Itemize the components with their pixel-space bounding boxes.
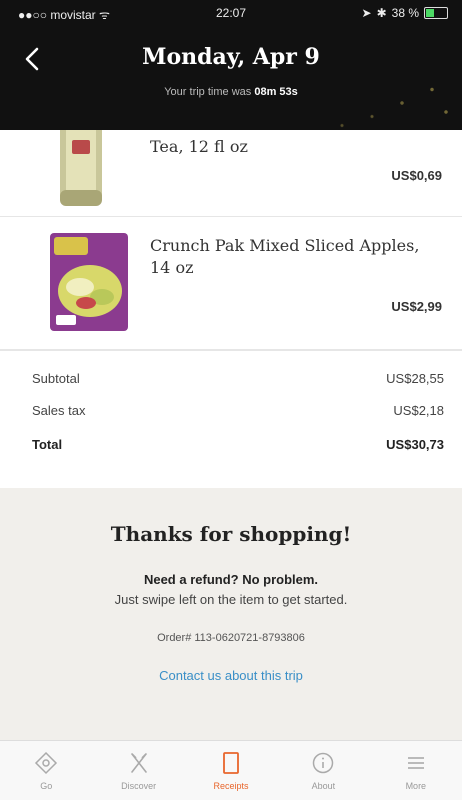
subtotal-row: Subtotal US$28,55 [32, 371, 444, 391]
tea-bottle-image [60, 130, 102, 206]
tab-more[interactable]: More [370, 741, 462, 800]
tab-receipts[interactable]: Receipts [185, 741, 277, 800]
tab-discover[interactable]: Discover [92, 741, 184, 800]
item-name: Crunch Pak Mixed Sliced Apples, 14 oz [150, 236, 420, 277]
battery-percent: 38 % [391, 6, 419, 20]
bluetooth-icon: ✱ [376, 6, 387, 20]
tab-label: About [311, 781, 336, 791]
tab-go[interactable]: Go [0, 741, 92, 800]
page-title: Monday, Apr 9 [142, 44, 320, 70]
tab-about[interactable]: About [277, 741, 369, 800]
tax-label: Sales tax [32, 403, 86, 418]
header: ●●○○ movistar ᯤ 22:07 ➤ ✱ 38 % Monday, A… [0, 0, 462, 130]
subtotal-label: Subtotal [32, 371, 80, 386]
thanks-title: Thanks for shopping! [110, 522, 352, 546]
thanks-section: Thanks for shopping! Need a refund? No p… [0, 488, 462, 740]
receipt-icon [223, 752, 239, 774]
order-number: Order# 113-0620721-8793806 [157, 632, 305, 644]
trip-time-value: 08m 53s [254, 86, 298, 98]
list-item[interactable]: Tea, 12 fl oz US$0,69 [0, 130, 462, 217]
total-value: US$30,73 [386, 437, 444, 452]
tab-label: More [405, 781, 427, 791]
tax-row: Sales tax US$2,18 [32, 403, 444, 423]
info-icon [313, 752, 334, 774]
utensils-icon [130, 753, 147, 773]
list-item[interactable]: Crunch Pak Mixed Sliced Apples, 14 oz US… [0, 217, 462, 350]
diamond-icon [35, 751, 58, 775]
status-right: ➤ ✱ 38 % [362, 6, 448, 20]
refund-title: Need a refund? No problem. [143, 572, 319, 587]
tab-bar: Go Discover Receipts About More [0, 740, 462, 800]
totals-section: Subtotal US$28,55 Sales tax US$2,18 Tota… [0, 350, 462, 471]
item-price: US$0,69 [391, 168, 442, 183]
trip-time: Your trip time was 08m 53s [164, 86, 298, 98]
sliced-apples-bag-image [50, 233, 128, 331]
tab-label: Discover [121, 781, 157, 791]
battery-icon [424, 7, 448, 19]
subtotal-value: US$28,55 [386, 371, 444, 386]
total-row: Total US$30,73 [32, 437, 444, 457]
item-name: Tea, 12 fl oz [150, 137, 248, 156]
item-price: US$2,99 [391, 299, 442, 314]
tab-label: Receipts [213, 781, 249, 791]
status-bar: ●●○○ movistar ᯤ 22:07 ➤ ✱ 38 % [0, 0, 462, 26]
total-label: Total [32, 437, 63, 452]
contact-link[interactable]: Contact us about this trip [0, 668, 462, 683]
tax-value: US$2,18 [393, 403, 444, 418]
menu-icon [407, 757, 424, 769]
tab-label: Go [40, 781, 53, 791]
refund-text: Just swipe left on the item to get start… [114, 592, 348, 607]
location-icon: ➤ [361, 6, 372, 20]
